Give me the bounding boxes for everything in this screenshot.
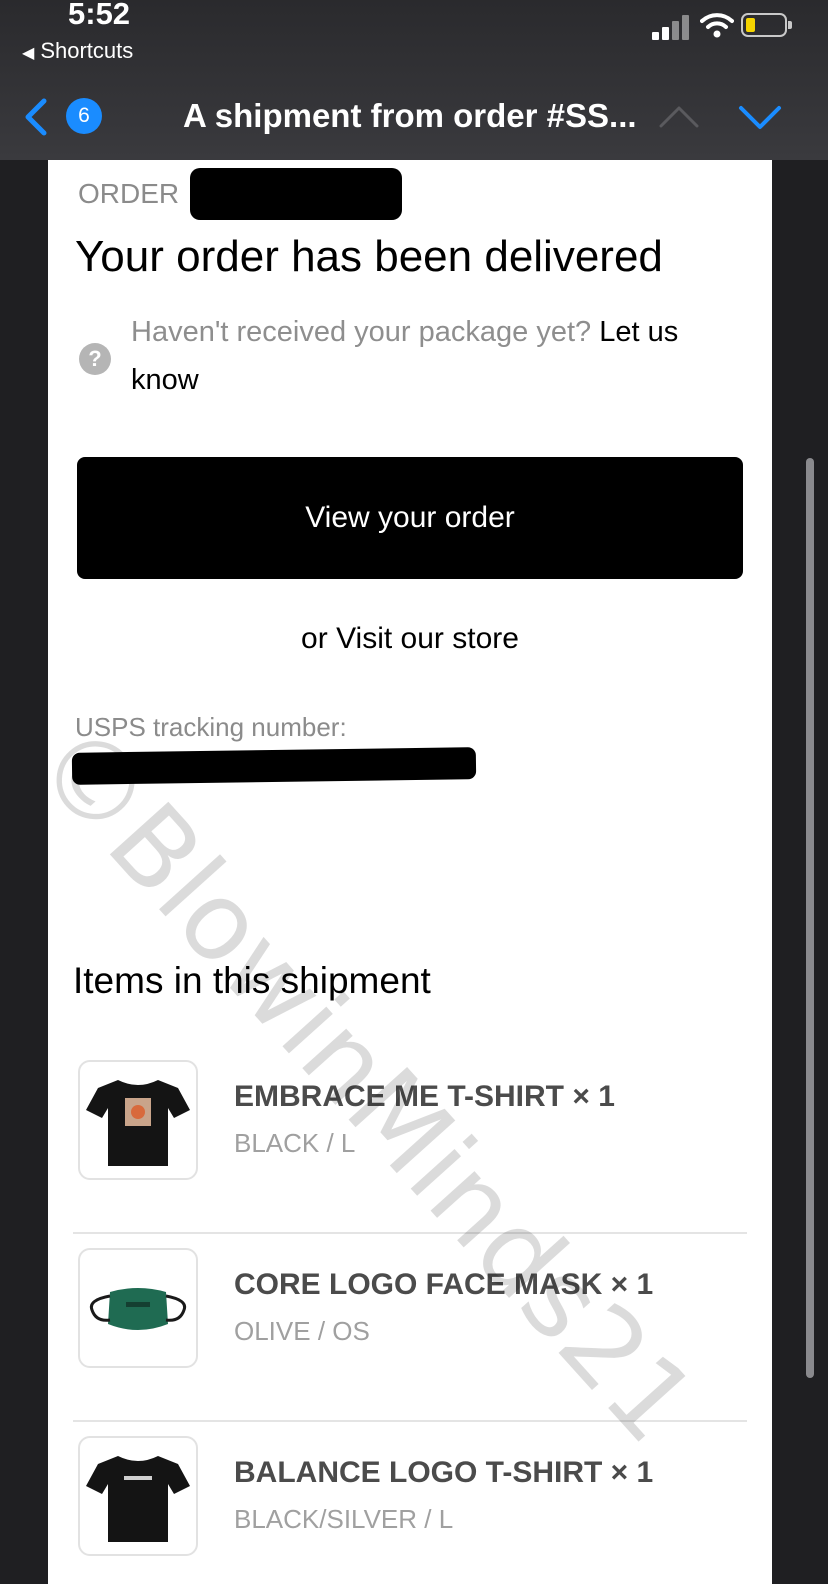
visit-store-link[interactable]: Visit our store — [336, 622, 519, 655]
wifi-icon — [700, 13, 734, 38]
question-icon: ? — [79, 343, 111, 375]
visit-store-line: or Visit our store — [48, 622, 772, 656]
item-variant: BLACK/SILVER / L — [234, 1504, 454, 1534]
unread-count-badge[interactable]: 6 — [66, 98, 102, 134]
scrollbar[interactable] — [806, 458, 814, 1378]
item-name: BALANCE LOGO T-SHIRT × 1 — [234, 1456, 654, 1489]
battery-icon — [741, 13, 792, 37]
back-chevron-icon[interactable] — [22, 98, 50, 136]
order-label: ORDER — [78, 178, 180, 209]
delivery-notice: Haven't received your package yet? Let u… — [131, 308, 751, 404]
next-message-chevron-icon[interactable] — [738, 104, 782, 132]
view-order-button[interactable]: View your order — [77, 457, 743, 579]
redacted-order-number — [190, 168, 402, 220]
top-bar: 5:52 ◀ Shortcuts 6 A shipment from order … — [0, 0, 828, 160]
tshirt-thumbnail — [78, 1436, 198, 1556]
delivery-heading: Your order has been delivered — [75, 232, 663, 281]
back-to-app-label: Shortcuts — [40, 38, 134, 63]
status-time: 5:52 — [68, 0, 131, 31]
store-prefix: or — [301, 622, 328, 655]
tshirt-thumbnail — [78, 1060, 198, 1180]
cellular-signal-icon — [652, 14, 692, 40]
notice-text: Haven't received your package yet? — [131, 316, 592, 348]
back-triangle-icon: ◀ — [22, 45, 35, 62]
item-variant: OLIVE / OS — [234, 1316, 370, 1346]
face-mask-thumbnail — [78, 1248, 198, 1368]
back-to-app-link[interactable]: ◀ Shortcuts — [22, 38, 133, 64]
previous-message-chevron-icon[interactable] — [658, 104, 700, 130]
message-title: A shipment from order #SS... — [183, 97, 637, 134]
